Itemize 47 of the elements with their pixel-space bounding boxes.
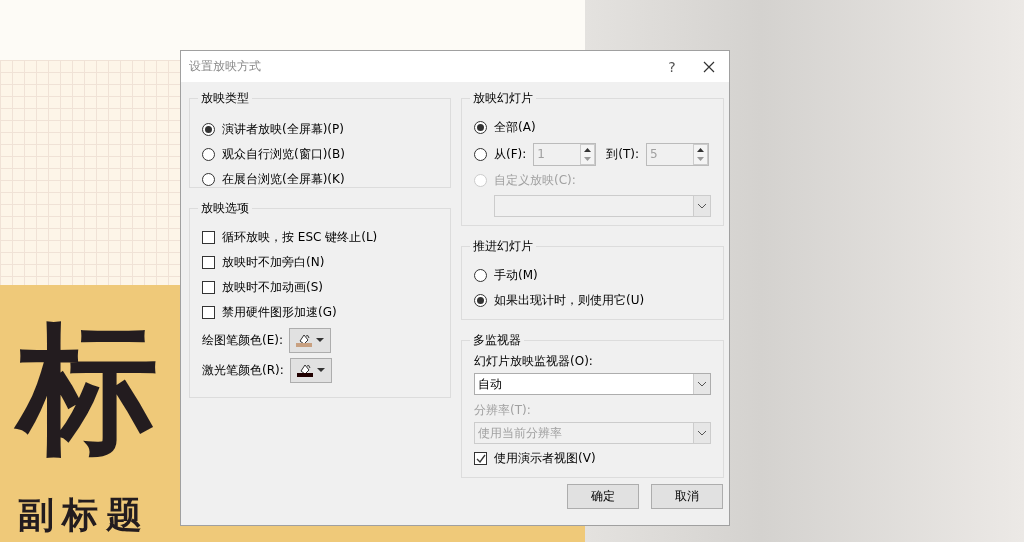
option-label[interactable]: 如果出现计时，则使用它(U) <box>494 292 645 309</box>
checkbox[interactable] <box>202 281 215 294</box>
radio-button[interactable] <box>202 173 215 186</box>
option-label[interactable]: 从(F): <box>494 145 527 163</box>
option-label[interactable]: 循环放映，按 ESC 键终止(L) <box>222 229 378 246</box>
field-label: 绘图笔颜色(E): <box>202 331 283 349</box>
radio-button[interactable] <box>474 269 487 282</box>
checkbox[interactable] <box>202 256 215 269</box>
option-label[interactable]: 手动(M) <box>494 267 538 284</box>
radio-button[interactable] <box>202 148 215 161</box>
spin-arrows-icon[interactable] <box>693 143 709 165</box>
option-label[interactable]: 演讲者放映(全屏幕)(P) <box>222 121 344 138</box>
radio-button[interactable] <box>474 121 487 134</box>
slide-subtitle: 副标题 <box>18 497 150 533</box>
close-icon[interactable] <box>703 60 715 73</box>
color-picker-button[interactable] <box>289 327 331 353</box>
option-label[interactable]: 放映时不加动画(S) <box>222 279 323 296</box>
group-label: 多监视器 <box>472 332 522 349</box>
field-label: 到(T): <box>606 145 640 163</box>
checkbox[interactable] <box>202 231 215 244</box>
group-label: 放映选项 <box>200 200 250 217</box>
radio-button[interactable] <box>474 147 487 161</box>
option-label[interactable]: 在展台浏览(全屏幕)(K) <box>222 171 345 188</box>
field-label: 激光笔颜色(R): <box>202 361 284 379</box>
group-label: 放映幻灯片 <box>472 90 534 107</box>
checkbox[interactable] <box>474 451 487 465</box>
help-button[interactable]: ? <box>657 58 687 75</box>
field-label: 幻灯片放映监视器(O): <box>474 353 594 370</box>
option-label[interactable]: 禁用硬件图形加速(G) <box>222 304 337 321</box>
dialog-button[interactable]: 确定 <box>567 484 639 509</box>
color-picker-button[interactable] <box>289 357 332 383</box>
spin-arrows-icon[interactable] <box>580 143 596 165</box>
radio-button[interactable] <box>202 123 215 136</box>
option-label[interactable]: 观众自行浏览(窗口)(B) <box>222 146 345 163</box>
dropdown[interactable]: 自动 <box>474 373 711 395</box>
caret-icon <box>316 338 324 342</box>
field-label: 分辨率(T): <box>474 402 532 419</box>
option-label[interactable]: 全部(A) <box>494 119 536 136</box>
checkbox[interactable] <box>202 306 215 319</box>
group-label: 推进幻灯片 <box>472 238 534 255</box>
option-label[interactable]: 放映时不加旁白(N) <box>222 254 325 271</box>
radio-button[interactable] <box>474 294 487 307</box>
caret-icon <box>316 368 325 372</box>
dialog-button[interactable]: 取消 <box>651 484 723 509</box>
group-label: 放映类型 <box>200 90 250 107</box>
dialog-title: 设置放映方式 <box>189 58 262 75</box>
option-label[interactable]: 使用演示者视图(V) <box>494 449 596 467</box>
